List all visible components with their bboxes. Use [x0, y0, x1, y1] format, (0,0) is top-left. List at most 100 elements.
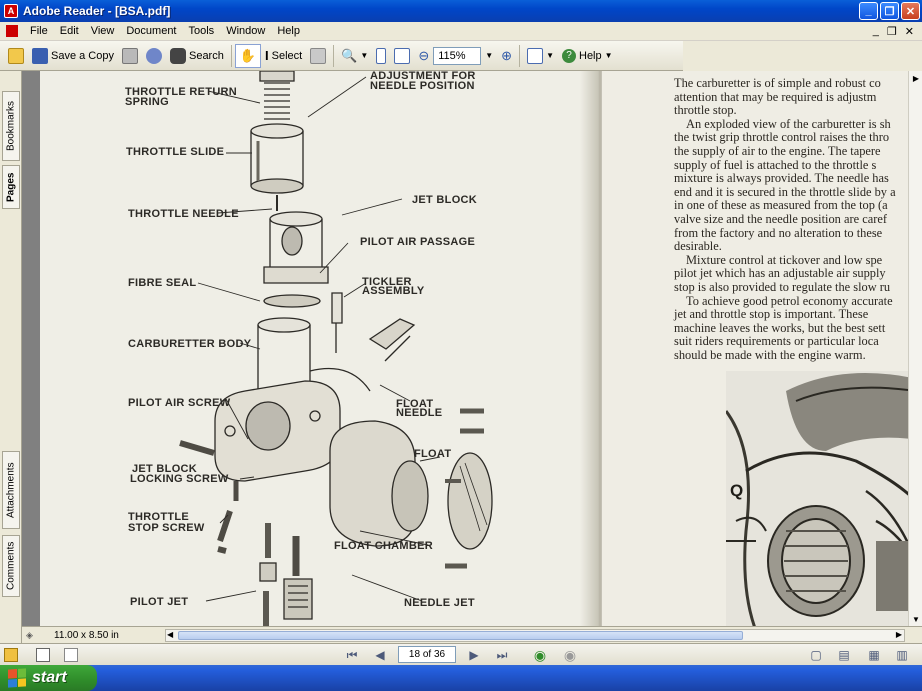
- continuous-facing-icon[interactable]: ▥: [894, 647, 910, 663]
- zoom-out-button[interactable]: ⊖: [414, 44, 433, 68]
- text-line: The carburetter is of simple and robust …: [674, 76, 881, 90]
- facing-pages-icon[interactable]: ▦: [866, 647, 882, 663]
- text-line: valve size and the needle position are c…: [674, 211, 887, 226]
- continuous-page-icon[interactable]: ▤: [836, 647, 852, 663]
- zoom-in-button[interactable]: ⊕: [497, 44, 516, 68]
- restore-button[interactable]: ❐: [880, 2, 899, 20]
- document-view[interactable]: THROTTLE RETURN SPRING ADJUSTMENT FOR NE…: [22, 71, 922, 626]
- tab-bookmarks[interactable]: Bookmarks: [2, 91, 20, 161]
- first-page-button[interactable]: ⏮: [344, 647, 360, 663]
- actual-size-icon: [376, 47, 387, 64]
- minimize-button[interactable]: _: [859, 2, 878, 20]
- scroll-up-arrow-icon[interactable]: ▶: [910, 72, 922, 84]
- text-page: The carburetter is of simple and robust …: [602, 71, 908, 626]
- text-line: from the factory and no alteration to th…: [674, 225, 883, 240]
- menu-window[interactable]: Window: [220, 25, 271, 37]
- scroll-thumb[interactable]: [178, 631, 743, 640]
- diagram-label: THROTTLE SLIDE: [126, 146, 225, 158]
- page-body-text: The carburetter is of simple and robust …: [674, 76, 908, 362]
- menu-help[interactable]: Help: [271, 25, 306, 37]
- text-line: the twist grip throttle control raises t…: [674, 130, 890, 145]
- doc-minimize-button[interactable]: _: [873, 25, 879, 38]
- search-label: Search: [188, 49, 224, 62]
- diagram-label: CARBURETTER BODY: [128, 338, 252, 350]
- zoom-tool-button[interactable]: 🔍 ▼: [337, 44, 372, 68]
- floppy-icon: [32, 47, 48, 64]
- diagram-label: NEEDLE POSITION: [370, 80, 475, 92]
- zoom-dropdown[interactable]: ▼: [481, 44, 497, 68]
- diagram-label: PILOT AIR SCREW: [128, 397, 231, 409]
- close-button[interactable]: ✕: [901, 2, 920, 20]
- menu-tools[interactable]: Tools: [183, 25, 221, 37]
- doc-close-button[interactable]: ✕: [905, 25, 914, 38]
- tab-pages[interactable]: Pages: [2, 165, 20, 209]
- text-cursor-icon: I: [265, 48, 269, 63]
- horizontal-scrollbar[interactable]: ◀ ▶: [165, 629, 905, 642]
- diagram-label: FIBRE SEAL: [128, 277, 197, 289]
- text-line: attention that may be required is adjust…: [674, 89, 877, 104]
- doc-restore-button[interactable]: ❐: [887, 25, 897, 38]
- adobe-reader-icon: A: [4, 4, 18, 18]
- page-layout-button[interactable]: ▼: [523, 44, 558, 68]
- fit-page-icon: [394, 47, 411, 64]
- last-page-button[interactable]: ⏭: [494, 647, 510, 663]
- tab-comments[interactable]: Comments: [2, 535, 20, 597]
- actual-size-button[interactable]: [372, 44, 390, 68]
- menu-view[interactable]: View: [85, 25, 121, 37]
- lock-icon[interactable]: [4, 648, 18, 662]
- vertical-scrollbar[interactable]: ▶ ▼: [908, 71, 922, 626]
- text-line: jet and throttle stop is important. Thes…: [674, 307, 869, 322]
- binoculars-icon: [169, 47, 186, 64]
- diagram-label: LOCKING SCREW: [130, 473, 229, 485]
- menu-document[interactable]: Document: [120, 25, 182, 37]
- save-copy-button[interactable]: Save a Copy: [28, 44, 118, 68]
- help-button[interactable]: ? Help ▼: [558, 44, 617, 68]
- menu-edit[interactable]: Edit: [54, 25, 85, 37]
- email-button[interactable]: [142, 44, 166, 68]
- scroll-down-arrow-icon[interactable]: ▼: [910, 613, 922, 625]
- scroll-right-arrow-icon[interactable]: ▶: [896, 630, 902, 639]
- tab-attachments[interactable]: Attachments: [2, 451, 20, 529]
- previous-page-button[interactable]: ◀: [372, 647, 388, 663]
- start-button[interactable]: start: [0, 665, 97, 691]
- save-copy-label: Save a Copy: [51, 49, 114, 62]
- search-button[interactable]: Search: [166, 44, 228, 68]
- properties-icon[interactable]: [36, 648, 50, 662]
- diagram-label: SPRING: [125, 96, 169, 108]
- camera-icon: [310, 47, 327, 64]
- menu-file[interactable]: File: [24, 25, 54, 37]
- expand-icon[interactable]: ◈: [26, 630, 33, 641]
- layers-icon[interactable]: [64, 648, 78, 662]
- snapshot-button[interactable]: [306, 44, 330, 68]
- page-layout-icon: [527, 47, 544, 64]
- help-icon: ?: [562, 48, 576, 63]
- go-back-button[interactable]: ◉: [532, 647, 548, 663]
- next-page-button[interactable]: ▶: [466, 647, 482, 663]
- go-forward-button[interactable]: ◉: [562, 647, 578, 663]
- toolbar-empty-area: [683, 41, 922, 71]
- document-icon: [6, 25, 18, 37]
- photo-label: Q: [730, 481, 744, 500]
- diagram-label: STOP SCREW: [128, 522, 205, 534]
- motorcycle-photo: [726, 371, 908, 626]
- chevron-down-icon: ▼: [546, 51, 554, 60]
- chevron-down-icon: ▼: [604, 51, 613, 60]
- text-line: pilot jet which has an adjustable air su…: [674, 266, 886, 281]
- scroll-left-arrow-icon[interactable]: ◀: [167, 630, 173, 639]
- page-number-input[interactable]: 18 of 36: [398, 646, 456, 663]
- toolbar-separator: [519, 44, 521, 67]
- print-button[interactable]: [118, 44, 142, 68]
- zoom-input[interactable]: 115%: [433, 46, 482, 65]
- hand-tool-button[interactable]: ✋: [234, 43, 262, 68]
- open-button[interactable]: [4, 44, 28, 68]
- text-line: suit riders requirements or particular l…: [674, 334, 879, 349]
- diagram-page: THROTTLE RETURN SPRING ADJUSTMENT FOR NE…: [40, 71, 600, 626]
- diagram-label: NEEDLE: [396, 407, 443, 419]
- fit-page-button[interactable]: [390, 44, 414, 68]
- select-tool-button[interactable]: I Select: [261, 44, 306, 68]
- navigation-bar: ⏮ ◀ 18 of 36 ▶ ⏭ ◉ ◉ ▢ ▤ ▦ ▥: [0, 643, 922, 665]
- single-page-icon[interactable]: ▢: [808, 647, 824, 663]
- taskbar: start: [0, 665, 922, 691]
- diagram-label: PILOT JET: [130, 596, 189, 608]
- select-label: Select: [271, 49, 303, 62]
